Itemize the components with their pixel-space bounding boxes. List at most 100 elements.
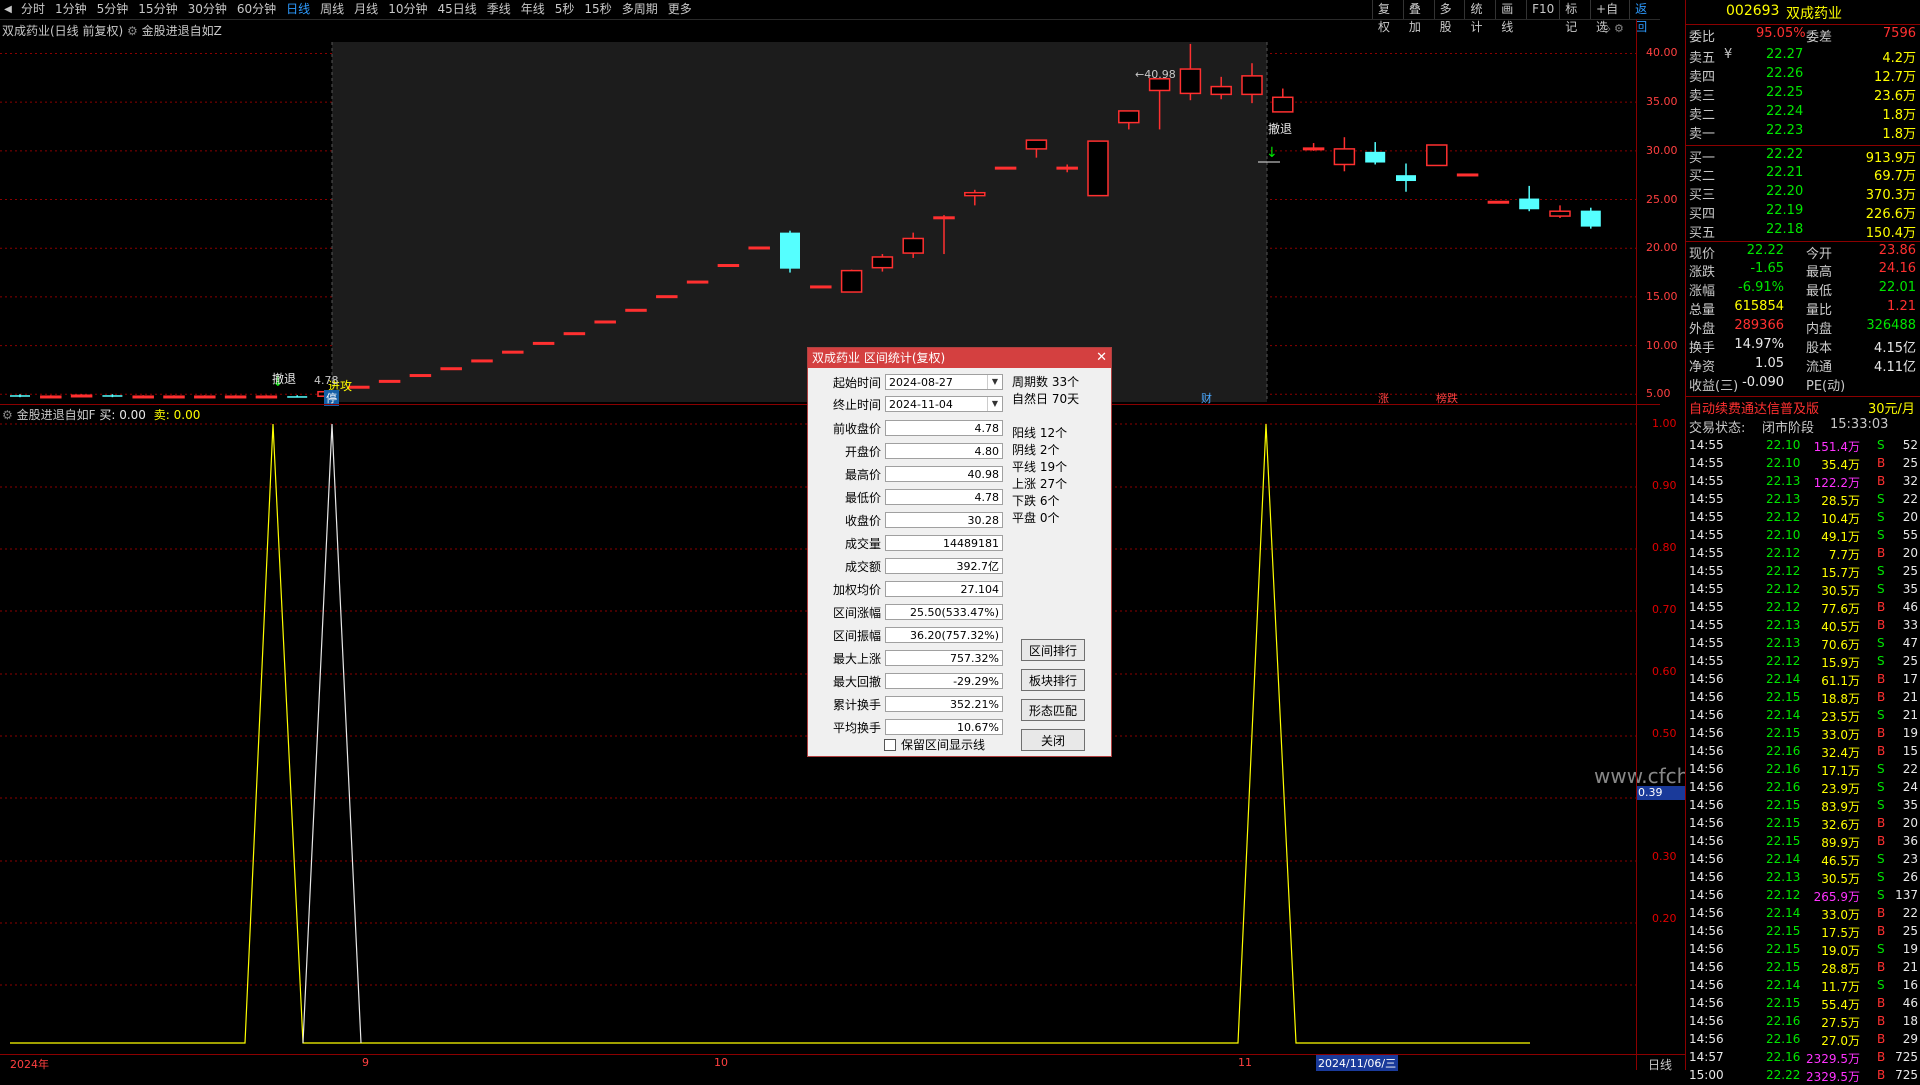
toolbar-button[interactable]: 多股	[1433, 0, 1465, 34]
dropdown-arrow-icon[interactable]: ▼	[987, 375, 1002, 389]
tick-count: 18	[1902, 1014, 1918, 1028]
period-tab[interactable]: 45日线	[432, 0, 481, 19]
tick-side: S	[1877, 528, 1885, 542]
stock-code: 002693	[1726, 3, 1780, 19]
tick-row: 14:55 22.13 40.5万 B 33	[1686, 617, 1920, 635]
tick-price: 22.10	[1766, 438, 1801, 452]
tick-time: 14:55	[1689, 636, 1724, 650]
sell-signal-line	[302, 423, 362, 1044]
period-tab[interactable]: 年线	[516, 0, 550, 19]
promo-row[interactable]: 自动续费通达信普及版 30元/月	[1686, 396, 1920, 417]
tick-count: 46	[1902, 600, 1918, 614]
candle	[1456, 173, 1479, 177]
tick-time: 14:55	[1689, 546, 1724, 560]
dropdown-arrow-icon[interactable]: ▼	[987, 397, 1002, 411]
keep-line-checkbox[interactable]	[884, 738, 896, 751]
candle	[287, 395, 308, 398]
tick-price: 22.10	[1766, 456, 1801, 470]
close-button[interactable]: 关闭	[1021, 729, 1085, 751]
period-tab[interactable]: 日线	[281, 0, 315, 19]
tick-count: 21	[1902, 708, 1918, 722]
close-icon[interactable]: ✕	[1096, 348, 1107, 368]
toolbar-button[interactable]: F10	[1526, 0, 1559, 19]
tick-row: 14:55 22.12 7.7万 B 20	[1686, 545, 1920, 563]
bid-price: 22.21	[1766, 165, 1804, 180]
period-tab[interactable]: 60分钟	[232, 0, 281, 19]
price-tag[interactable]: 30元/月	[1868, 398, 1915, 417]
sector-rank-button[interactable]: 板块排行	[1021, 669, 1085, 691]
stat-row: 收盘价 30.28	[816, 511, 1003, 529]
toolbar-button[interactable]: 统计	[1464, 0, 1495, 34]
interval-rank-button[interactable]: 区间排行	[1021, 639, 1085, 661]
tick-time: 15:00	[1689, 1068, 1724, 1082]
tick-volume: 77.6万	[1821, 602, 1860, 616]
stat-row: 平均换手 10.67%	[816, 718, 1003, 736]
period-tab[interactable]: 季线	[482, 0, 516, 19]
ask-mark: ¥	[1724, 47, 1733, 62]
period-tab[interactable]: 1分钟	[50, 0, 92, 19]
stat-row: 开盘价 4.80	[816, 442, 1003, 460]
period-tab[interactable]: 周线	[315, 0, 349, 19]
toolbar-button[interactable]: 返回	[1629, 0, 1660, 34]
period-tab[interactable]: 15秒	[579, 0, 616, 19]
period-tab[interactable]: 10分钟	[383, 0, 432, 19]
tick-time: 14:56	[1689, 780, 1724, 794]
tick-row: 14:56 22.16 17.1万 S 22	[1686, 761, 1920, 779]
back-arrow-icon[interactable]: ◀	[0, 2, 16, 17]
tick-count: 19	[1902, 942, 1918, 956]
toolbar-button[interactable]: +自选	[1590, 0, 1629, 34]
tick-price: 22.12	[1766, 582, 1801, 596]
tick-count: 24	[1902, 780, 1918, 794]
tick-row: 14:56 22.16 27.0万 B 29	[1686, 1031, 1920, 1049]
period-tab[interactable]: 更多	[663, 0, 697, 19]
tick-time: 14:55	[1689, 618, 1724, 632]
period-tag[interactable]: 日线	[1648, 1056, 1672, 1073]
tick-time: 14:55	[1689, 564, 1724, 578]
indicator-axis-label: 0.90	[1652, 478, 1677, 492]
candle-body	[40, 395, 62, 399]
weicha-value: 7596	[1882, 26, 1916, 41]
period-tab[interactable]: 多周期	[617, 0, 663, 19]
tick-side: S	[1877, 510, 1885, 524]
period-tab[interactable]: 15分钟	[133, 0, 182, 19]
tick-volume: 35.4万	[1821, 458, 1860, 472]
tick-price: 22.13	[1766, 636, 1801, 650]
start-date-picker[interactable]: 2024-08-27 ▼	[885, 374, 1003, 390]
stat-row: 累计换手 352.21%	[816, 695, 1003, 713]
dialog-titlebar[interactable]: 双成药业 区间统计(复权) ✕	[808, 348, 1111, 368]
tick-row: 14:56 22.15 55.4万 B 46	[1686, 995, 1920, 1013]
bid-volume: 226.6万	[1865, 207, 1916, 222]
ask-label: 卖五	[1689, 51, 1716, 66]
candle-body	[1487, 200, 1510, 204]
candle-body	[132, 395, 154, 399]
stat-value: 4.78	[885, 420, 1003, 436]
tick-time: 14:55	[1689, 456, 1724, 470]
candle-stat: 阳线 12个	[1012, 426, 1068, 440]
tick-side: B	[1877, 744, 1886, 758]
toolbar-button[interactable]: 画线	[1495, 0, 1526, 34]
tick-count: 20	[1902, 816, 1918, 830]
tick-row: 14:56 22.14 23.5万 S 21	[1686, 707, 1920, 725]
toolbar-button[interactable]: 标记	[1559, 0, 1590, 34]
period-tab[interactable]: 月线	[349, 0, 383, 19]
end-date-picker[interactable]: 2024-11-04 ▼	[885, 396, 1003, 412]
toolbar-button[interactable]: 复权	[1372, 0, 1403, 34]
candle-body	[748, 246, 770, 250]
tick-volume: 17.1万	[1821, 764, 1860, 778]
stat-value: 10.67%	[885, 719, 1003, 735]
period-tab[interactable]: 5分钟	[92, 0, 134, 19]
tick-time: 14:56	[1689, 852, 1724, 866]
toolbar-button[interactable]: 叠加	[1402, 0, 1434, 34]
promo-text[interactable]: 自动续费通达信普及版	[1689, 398, 1819, 417]
weicha-label: 委差	[1806, 30, 1833, 45]
min-price-label: 4.78	[314, 374, 339, 387]
ask-level-row: 卖二 22.24 1.8万	[1686, 103, 1920, 123]
pattern-match-button[interactable]: 形态匹配	[1021, 699, 1085, 721]
period-tab[interactable]: 30分钟	[183, 0, 232, 19]
stat-value: -6.91%	[1738, 280, 1784, 295]
period-tab[interactable]: 5秒	[550, 0, 580, 19]
period-tab[interactable]: 分时	[16, 0, 50, 19]
stat-value: 392.7亿	[885, 558, 1003, 574]
stat-label: 最高	[1806, 265, 1833, 280]
ask-level-row: 卖一 22.23 1.8万	[1686, 122, 1920, 142]
